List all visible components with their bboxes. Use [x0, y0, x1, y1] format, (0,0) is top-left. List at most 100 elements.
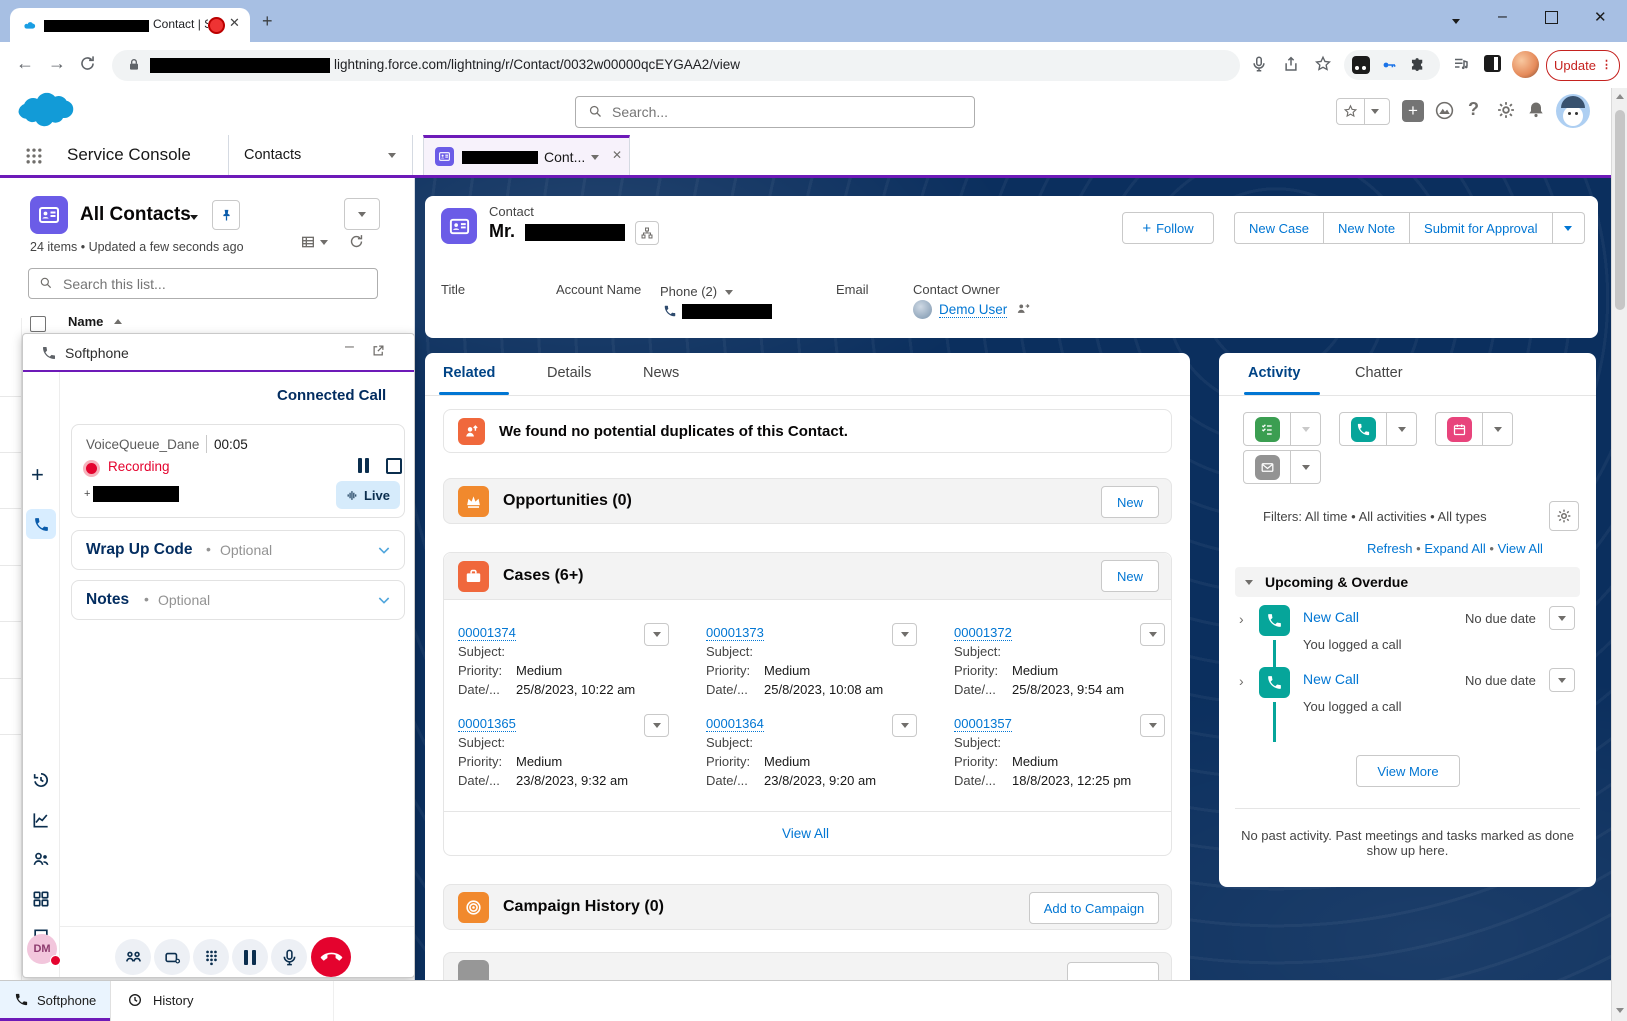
window-minimize-icon[interactable]: – [1498, 8, 1507, 26]
log-call-button[interactable] [1339, 412, 1387, 446]
expand-item-icon[interactable]: › [1239, 673, 1244, 689]
new-event-button[interactable] [1435, 412, 1483, 446]
new-task-button[interactable] [1243, 412, 1291, 446]
global-search[interactable] [575, 96, 975, 128]
opportunities-title[interactable]: Opportunities (0) [503, 492, 632, 510]
tab-contact-record[interactable]: Cont... ✕ [423, 135, 630, 175]
opportunities-section[interactable]: Opportunities (0) New [443, 478, 1172, 524]
cases-title[interactable]: Cases (6+) [503, 567, 584, 585]
case-row-actions[interactable] [644, 714, 669, 737]
window-maximize-icon[interactable] [1545, 11, 1558, 24]
case-number-link[interactable]: 00001373 [706, 625, 764, 641]
active-call-rail-icon[interactable] [26, 509, 56, 539]
extensions-puzzle-icon[interactable] [1408, 55, 1427, 74]
new-note-button[interactable]: New Note [1324, 212, 1410, 244]
scroll-down-arrow[interactable] [1616, 1008, 1624, 1013]
contacts-icon[interactable] [31, 849, 51, 869]
app-launcher-waffle-icon[interactable] [24, 146, 44, 166]
campaign-title[interactable]: Campaign History (0) [503, 898, 664, 916]
email-dropdown[interactable] [1291, 450, 1321, 484]
password-key-icon[interactable] [1380, 56, 1398, 74]
activity-item-title[interactable]: New Call [1303, 671, 1359, 687]
back-icon[interactable]: ← [16, 53, 34, 74]
record-tab-close-icon[interactable]: ✕ [612, 148, 622, 162]
add-to-campaign-button[interactable]: Add to Campaign [1029, 892, 1159, 924]
case-row-actions[interactable] [1140, 623, 1165, 646]
global-search-input[interactable] [610, 101, 954, 123]
case-row-actions[interactable] [644, 623, 669, 646]
call-dropdown[interactable] [1387, 412, 1417, 446]
activity-item-title[interactable]: New Call [1303, 609, 1359, 625]
transfer-call-button[interactable] [115, 939, 151, 975]
task-dropdown[interactable] [1291, 412, 1321, 446]
live-transcription-chip[interactable]: Live [336, 481, 400, 509]
window-close-icon[interactable]: ✕ [1594, 8, 1607, 26]
next-section-button[interactable] [1067, 962, 1159, 980]
scroll-up-arrow[interactable] [1616, 94, 1624, 99]
case-number-link[interactable]: 00001365 [458, 716, 516, 732]
tab-related[interactable]: Related [443, 365, 495, 381]
call-history-icon[interactable] [31, 770, 51, 790]
popout-icon[interactable] [371, 343, 386, 358]
switch-device-button[interactable] [154, 939, 190, 975]
extension-icon-1[interactable] [1352, 56, 1370, 74]
refresh-link[interactable]: Refresh [1367, 541, 1413, 556]
contacts-tab-chevron-icon[interactable] [388, 153, 396, 158]
event-dropdown[interactable] [1483, 412, 1513, 446]
cases-view-all-link[interactable]: View All [782, 826, 829, 841]
more-actions-dropdown[interactable] [1553, 212, 1585, 244]
campaign-history-section[interactable]: Campaign History (0) Add to Campaign [443, 884, 1172, 930]
browser-tab[interactable]: Contact | Sal ✕ [10, 8, 250, 42]
dialpad-button[interactable] [193, 939, 229, 975]
cases-header[interactable]: Cases (6+) New [444, 553, 1171, 600]
list-search[interactable] [28, 268, 378, 299]
list-search-input[interactable] [61, 273, 365, 295]
tab-activity[interactable]: Activity [1248, 365, 1300, 381]
user-avatar[interactable] [1556, 94, 1590, 128]
wrapup-chevron-icon[interactable] [376, 542, 392, 558]
new-tab-button[interactable]: + [262, 11, 273, 32]
page-scrollbar[interactable] [1611, 88, 1627, 1021]
case-row-actions[interactable] [1140, 714, 1165, 737]
case-number-link[interactable]: 00001364 [706, 716, 764, 732]
notes-collapsible[interactable]: Notes • Optional [71, 580, 405, 620]
activity-filter-button[interactable] [1549, 501, 1579, 531]
display-as-control[interactable] [300, 234, 328, 250]
mute-mic-button[interactable] [271, 939, 307, 975]
upcoming-overdue-header[interactable]: Upcoming & Overdue [1235, 567, 1580, 597]
expand-item-icon[interactable]: › [1239, 611, 1244, 627]
view-more-button[interactable]: View More [1356, 755, 1460, 787]
apps-grid-icon[interactable] [31, 889, 51, 909]
minimize-softphone-icon[interactable]: – [345, 338, 354, 356]
utility-history-tab[interactable]: History [111, 981, 333, 1021]
share-icon[interactable] [1282, 55, 1300, 73]
opportunities-new-button[interactable]: New [1101, 486, 1159, 518]
notes-chevron-icon[interactable] [376, 592, 392, 608]
cases-new-button[interactable]: New [1101, 560, 1159, 592]
browser-profile-avatar[interactable] [1512, 51, 1539, 78]
stop-recording-icon[interactable] [386, 458, 402, 474]
owner-link[interactable]: Demo User [939, 302, 1007, 318]
change-owner-icon[interactable] [1015, 301, 1030, 316]
phone-dropdown-icon[interactable] [725, 290, 733, 295]
submit-approval-button[interactable]: Submit for Approval [1410, 212, 1552, 244]
notifications-bell-icon[interactable] [1526, 100, 1546, 120]
new-case-button[interactable]: New Case [1234, 212, 1324, 244]
pause-recording-icon[interactable] [358, 458, 369, 473]
end-call-button[interactable] [311, 937, 351, 977]
forward-icon[interactable]: → [48, 53, 66, 74]
favorites-control[interactable] [1336, 98, 1390, 125]
address-bar[interactable]: lightning.force.com/lightning/r/Contact/… [112, 50, 1240, 81]
scrollbar-thumb[interactable] [1615, 110, 1625, 310]
view-hierarchy-button[interactable] [635, 221, 659, 245]
help-icon[interactable]: ? [1468, 99, 1479, 120]
select-all-checkbox[interactable] [30, 316, 46, 332]
email-button[interactable] [1243, 450, 1291, 484]
case-row-actions[interactable] [892, 623, 917, 646]
hold-call-button[interactable] [232, 939, 268, 975]
window-tabsearch-icon[interactable] [1452, 12, 1460, 27]
refresh-list-icon[interactable] [348, 233, 365, 250]
tab-details[interactable]: Details [547, 365, 591, 381]
record-tab-chevron-icon[interactable] [591, 155, 599, 160]
pin-list-button[interactable] [212, 200, 240, 230]
